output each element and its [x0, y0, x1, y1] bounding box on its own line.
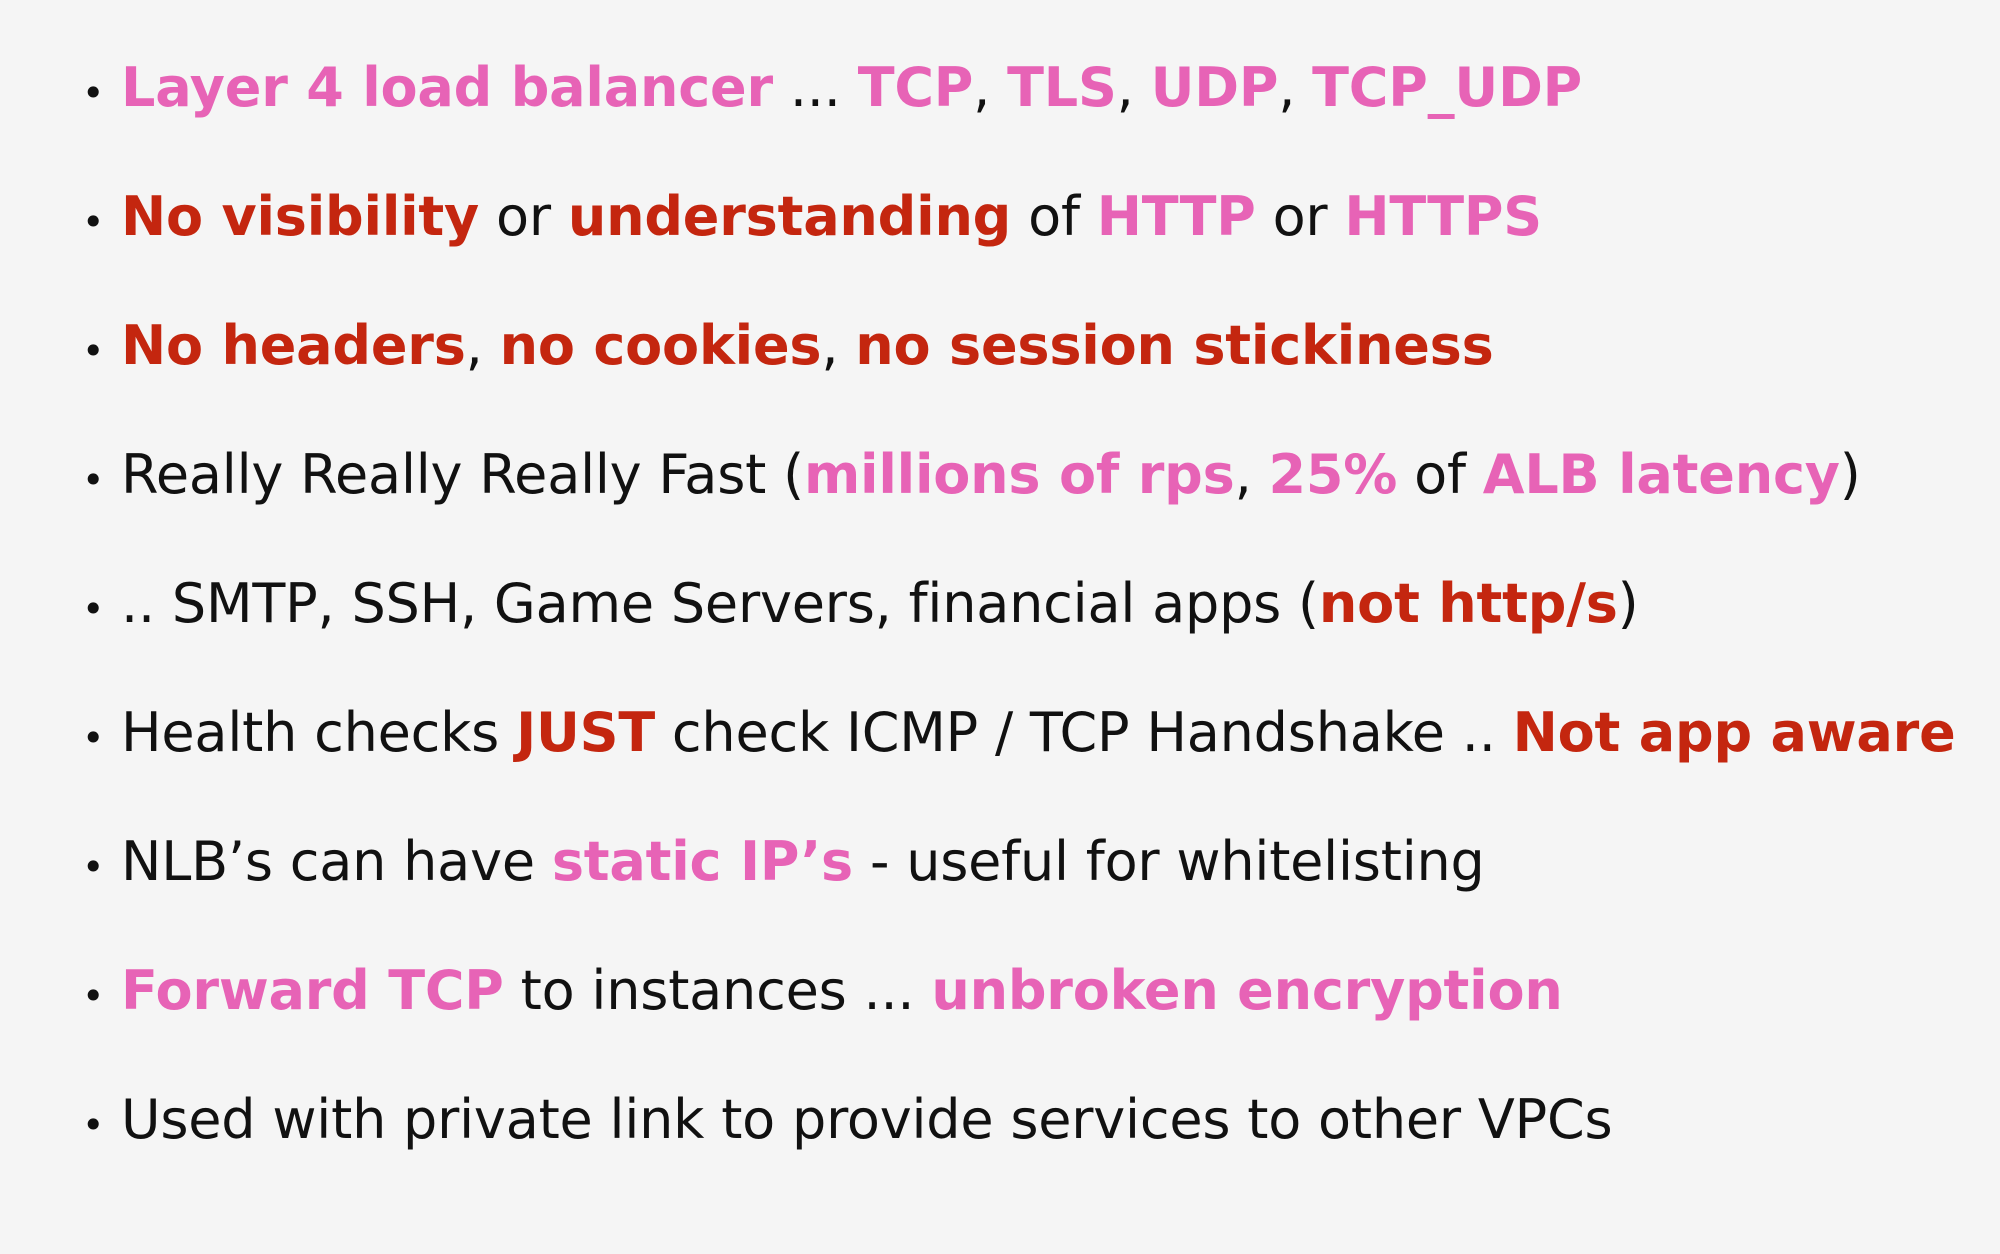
text-segment: , — [1278, 56, 1313, 119]
text-segment: No visibility — [121, 185, 480, 248]
text-segment: , — [465, 314, 500, 377]
text-segment: unbroken encryption — [931, 959, 1563, 1022]
text-segment: Forward TCP — [121, 959, 504, 1022]
text-segment: ) — [1617, 572, 1639, 635]
text-segment: no session stickiness — [855, 314, 1494, 377]
text-segment: 25% — [1268, 443, 1398, 506]
bullet-item-forward-tcp: • Forward TCP to instances ... unbroken … — [82, 959, 1956, 1088]
bullet-point-icon: • — [82, 845, 105, 889]
bullet-text: Health checks JUST check ICMP / TCP Hand… — [121, 701, 1956, 765]
bullet-point-icon: • — [82, 587, 105, 631]
text-segment: ALB latency — [1482, 443, 1840, 506]
text-segment: UDP — [1150, 56, 1279, 119]
text-segment: , — [821, 314, 856, 377]
bullet-item-layer4: • Layer 4 load balancer ... TCP, TLS, UD… — [82, 56, 1956, 185]
bullet-text: .. SMTP, SSH, Game Servers, financial ap… — [121, 572, 1639, 636]
text-segment: or — [1255, 185, 1345, 248]
text-segment: static IP’s — [551, 830, 853, 893]
text-segment: - useful for whitelisting — [852, 830, 1485, 893]
bullet-item-static-ips: • NLB’s can have static IP’s - useful fo… — [82, 830, 1956, 959]
bullet-item-use-cases: • .. SMTP, SSH, Game Servers, financial … — [82, 572, 1956, 701]
bullet-point-icon: • — [82, 974, 105, 1018]
text-segment: .. SMTP, SSH, Game Servers, financial ap… — [121, 572, 1319, 635]
text-segment: , — [1116, 56, 1151, 119]
text-segment: No headers — [121, 314, 466, 377]
text-segment: Really Really Really Fast ( — [121, 443, 804, 506]
bullet-point-icon: • — [82, 716, 105, 760]
bullet-text: No visibility or understanding of HTTP o… — [121, 185, 1542, 249]
text-segment: , — [973, 56, 1008, 119]
text-segment: not http/s — [1318, 572, 1618, 635]
text-segment: Used with private link to provide servic… — [121, 1088, 1613, 1151]
text-segment: millions of rps — [803, 443, 1235, 506]
bullet-point-icon: • — [82, 329, 105, 373]
bullet-item-speed: • Really Really Really Fast (millions of… — [82, 443, 1956, 572]
text-segment: to instances ... — [503, 959, 932, 1022]
text-segment: , — [1234, 443, 1269, 506]
text-segment: of — [1397, 443, 1483, 506]
text-segment: Layer 4 load balancer — [121, 56, 773, 119]
text-segment: Health checks — [121, 701, 517, 764]
bullet-list: • Layer 4 load balancer ... TCP, TLS, UD… — [82, 56, 1956, 1217]
bullet-item-headers: • No headers, no cookies, no session sti… — [82, 314, 1956, 443]
bullet-text: Really Really Really Fast (millions of r… — [121, 443, 1861, 507]
text-segment: understanding — [567, 185, 1012, 248]
text-segment: no cookies — [499, 314, 822, 377]
text-segment: Not app aware — [1512, 701, 1956, 764]
text-segment: ... — [772, 56, 858, 119]
text-segment: check ICMP / TCP Handshake .. — [654, 701, 1513, 764]
text-segment: of — [1011, 185, 1097, 248]
bullet-point-icon: • — [82, 1103, 105, 1147]
bullet-text: No headers, no cookies, no session stick… — [121, 314, 1494, 378]
bullet-point-icon: • — [82, 200, 105, 244]
bullet-text: Layer 4 load balancer ... TCP, TLS, UDP,… — [121, 56, 1582, 120]
bullet-item-private-link: • Used with private link to provide serv… — [82, 1088, 1956, 1217]
text-segment: or — [479, 185, 568, 248]
bullet-text: Used with private link to provide servic… — [121, 1088, 1613, 1152]
text-segment: TCP_UDP — [1312, 56, 1583, 119]
text-segment: HTTPS — [1344, 185, 1542, 248]
bullet-text: NLB’s can have static IP’s - useful for … — [121, 830, 1485, 894]
bullet-text: Forward TCP to instances ... unbroken en… — [121, 959, 1563, 1023]
text-segment: NLB’s can have — [121, 830, 552, 893]
bullet-item-visibility: • No visibility or understanding of HTTP… — [82, 185, 1956, 314]
text-segment: ) — [1839, 443, 1861, 506]
slide: • Layer 4 load balancer ... TCP, TLS, UD… — [0, 0, 2000, 1254]
bullet-point-icon: • — [82, 458, 105, 502]
text-segment: TLS — [1007, 56, 1117, 119]
text-segment: TCP — [857, 56, 974, 119]
text-segment: JUST — [516, 701, 655, 764]
text-segment: HTTP — [1096, 185, 1256, 248]
bullet-point-icon: • — [82, 71, 105, 115]
bullet-item-health-checks: • Health checks JUST check ICMP / TCP Ha… — [82, 701, 1956, 830]
